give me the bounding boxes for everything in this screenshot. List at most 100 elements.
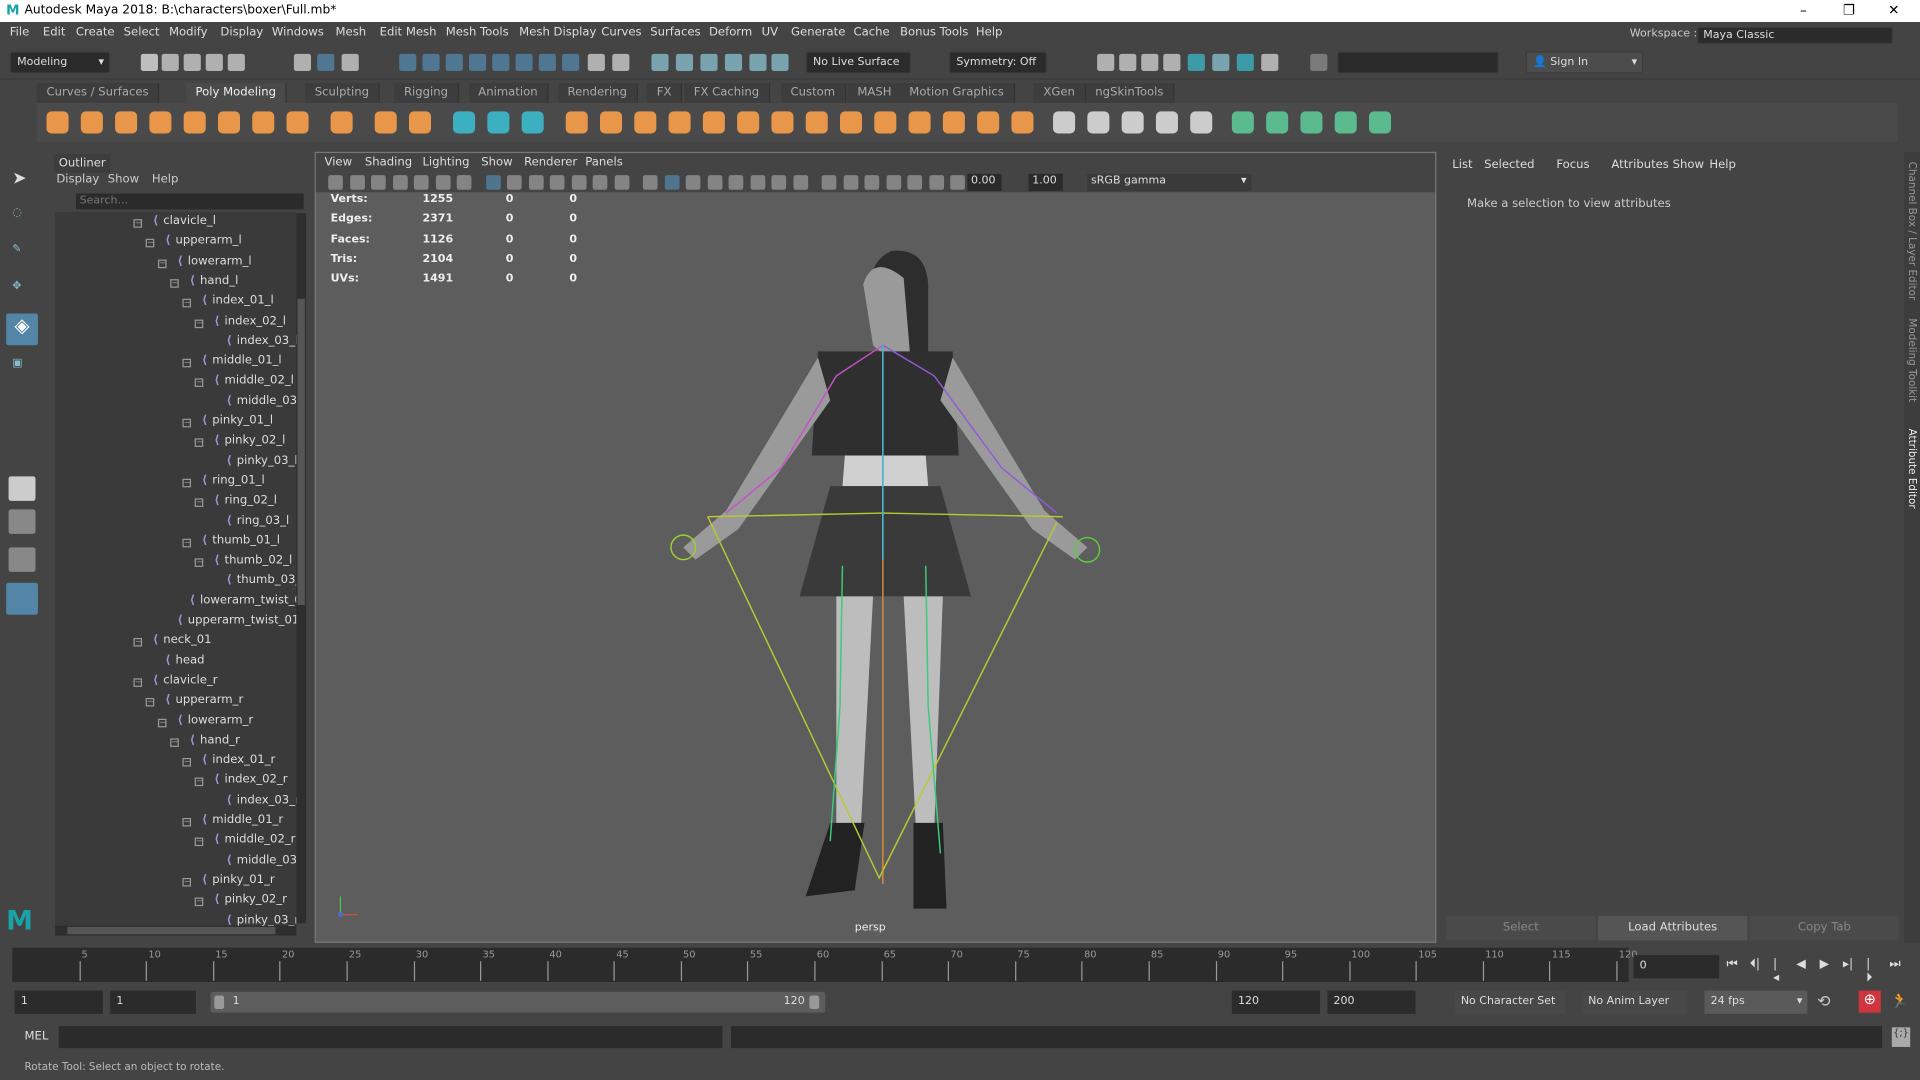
playback-button-7[interactable]: ⏭ [1889,958,1900,971]
plane-icon[interactable] [217,111,241,134]
outliner-tab[interactable]: Outliner [53,154,111,173]
symmetry-dropdown[interactable]: Symmetry: Off [948,51,1047,74]
select-button[interactable]: Select [1446,915,1596,941]
outliner-item[interactable]: − ⟨ neck_01 [133,633,212,653]
viewport-tool-icon[interactable] [750,175,765,190]
outliner-item[interactable]: − ⟨ hand_r [170,733,240,753]
collapse-toggle-icon[interactable]: − [182,538,192,548]
outliner-layout-icon[interactable] [6,582,38,615]
outliner-item[interactable]: − ⟨ middle_01_l [182,354,282,374]
uv-unfold-icon[interactable] [1334,111,1357,134]
scale-tool-icon[interactable]: ▣ [12,358,29,375]
uv-cut-icon[interactable] [1231,111,1254,134]
status-tool-icon[interactable] [562,53,580,72]
tab-ngskintools[interactable]: ngSkinTools [1085,83,1175,103]
clock-reset-icon[interactable] [487,111,510,134]
outliner-item[interactable]: − ⟨ pinky_01_l [182,414,273,434]
pivot-icon[interactable] [453,111,476,134]
mirror-icon[interactable] [737,111,760,134]
viewport-tool-icon[interactable] [371,175,386,190]
status-tool-icon[interactable] [341,53,359,72]
collapse-toggle-icon[interactable]: − [145,239,155,248]
single-view-icon[interactable] [8,476,36,501]
outliner-item[interactable]: − ⟨ pinky_01_r [182,873,275,893]
close-button[interactable]: ✕ [1888,2,1899,18]
outliner-item[interactable]: ⟨ head [165,653,204,673]
lasso-tool-icon[interactable]: ◌ [12,207,29,224]
status-tool-icon[interactable] [205,53,223,72]
outliner-item[interactable]: − ⟨ lowerarm_l [157,254,252,274]
append-icon[interactable] [874,111,897,134]
viewport-menu-shading[interactable]: Shading [365,156,412,169]
bridge-icon[interactable] [805,111,828,134]
exposure-field[interactable]: 0.00 [967,173,1002,192]
tab-motion-graphics[interactable]: Motion Graphics [899,83,1015,103]
tab-curves-surfaces[interactable]: Curves / Surfaces [36,83,160,103]
script-language-toggle[interactable]: MEL [24,1030,48,1043]
collapse-toggle-icon[interactable]: − [182,358,192,368]
torus-icon[interactable] [183,111,206,134]
tab-xgen[interactable]: XGen [1033,83,1086,103]
mode-dropdown[interactable]: Modeling ▾ [9,51,111,74]
collapse-toggle-icon[interactable]: − [194,498,204,508]
two-view-icon[interactable] [8,547,36,572]
outliner-item[interactable]: − ⟨ middle_02_r [194,833,295,853]
playback-button-1[interactable]: ⏴| [1750,958,1760,971]
outliner-menu-show[interactable]: Show [108,173,139,186]
cube-icon[interactable] [80,111,103,134]
animation-start-field[interactable]: 1 [14,990,103,1014]
collapse-toggle-icon[interactable]: − [133,219,143,228]
viewport-tool-icon[interactable] [614,175,629,190]
outliner-item[interactable]: − ⟨ index_01_r [182,753,275,773]
status-tool-icon[interactable] [183,53,201,72]
status-tool-icon[interactable] [140,53,158,72]
uv-layout-icon[interactable] [1368,111,1392,134]
viewport-menu-show[interactable]: Show [481,156,512,169]
tab-custom[interactable]: Custom [780,83,847,103]
viewport-tool-icon[interactable] [707,175,722,190]
outliner-item[interactable]: ⟨ ring_03_l [227,514,290,534]
combine-icon[interactable] [565,111,588,134]
outliner-search-input[interactable]: Search... [75,193,304,210]
collapse-toggle-icon[interactable]: − [145,698,155,707]
auto-key-icon[interactable]: ⊕ [1858,990,1881,1013]
attr-menu-attributes[interactable]: Attributes [1611,158,1668,171]
uv-planar-icon[interactable] [1087,111,1110,134]
live-surface-field[interactable]: No Live Surface [805,51,912,74]
uv-spherical-icon[interactable] [1190,111,1213,134]
outliner-item[interactable]: − ⟨ thumb_01_l [182,534,280,554]
anim-layer-dropdown[interactable]: No Anim Layer [1582,990,1688,1014]
uv-cylindrical-icon[interactable] [1155,111,1178,134]
viewport-tool-icon[interactable] [664,175,679,190]
menu-uv[interactable]: UV [762,26,778,39]
viewport-tool-icon[interactable] [592,175,608,190]
paint-select-icon[interactable]: ✎ [12,244,29,261]
status-tool-icon[interactable] [1097,53,1115,72]
cylinder-icon[interactable] [115,111,138,134]
viewport-menu-view[interactable]: View [324,156,352,169]
playback-button-4[interactable]: ▶ [1820,958,1829,971]
collapse-toggle-icon[interactable]: − [170,278,179,288]
outliner-item[interactable]: − ⟨ ring_02_l [194,494,277,514]
menu-mesh-display[interactable]: Mesh Display [519,26,596,39]
outliner-item[interactable]: ⟨ pinky_03_l [227,454,297,474]
status-tool-icon[interactable] [1310,53,1328,72]
collapse-toggle-icon[interactable]: − [194,438,204,448]
playback-button-3[interactable]: ◀ [1796,958,1805,971]
outliner-item[interactable]: − ⟨ middle_02_l [194,374,294,394]
time-slider[interactable]: 5 10 15 20 25 30 35 40 45 50 55 60 65 70 75 80 85 90 95 100… [12,947,1637,983]
outliner-item[interactable]: − ⟨ index_01_l [182,294,274,314]
viewport-tool-icon[interactable] [413,175,429,190]
bevel-icon[interactable] [771,111,794,134]
rotate-tool-icon[interactable]: ◈ [6,313,38,346]
outliner-item[interactable]: ⟨ lowerarm_twist_01 [190,593,297,613]
attr-menu-help[interactable]: Help [1709,158,1736,171]
status-tool-icon[interactable] [675,53,694,72]
status-tool-icon[interactable] [1236,53,1254,72]
range-start-handle[interactable] [214,995,225,1009]
boolean-icon[interactable] [702,111,725,134]
status-tool-icon[interactable] [161,53,179,72]
select-tool-icon[interactable]: ➤ [12,169,29,189]
viewport-tool-icon[interactable] [392,175,408,190]
outliner-item[interactable]: ⟨ index_03_l [227,334,297,354]
